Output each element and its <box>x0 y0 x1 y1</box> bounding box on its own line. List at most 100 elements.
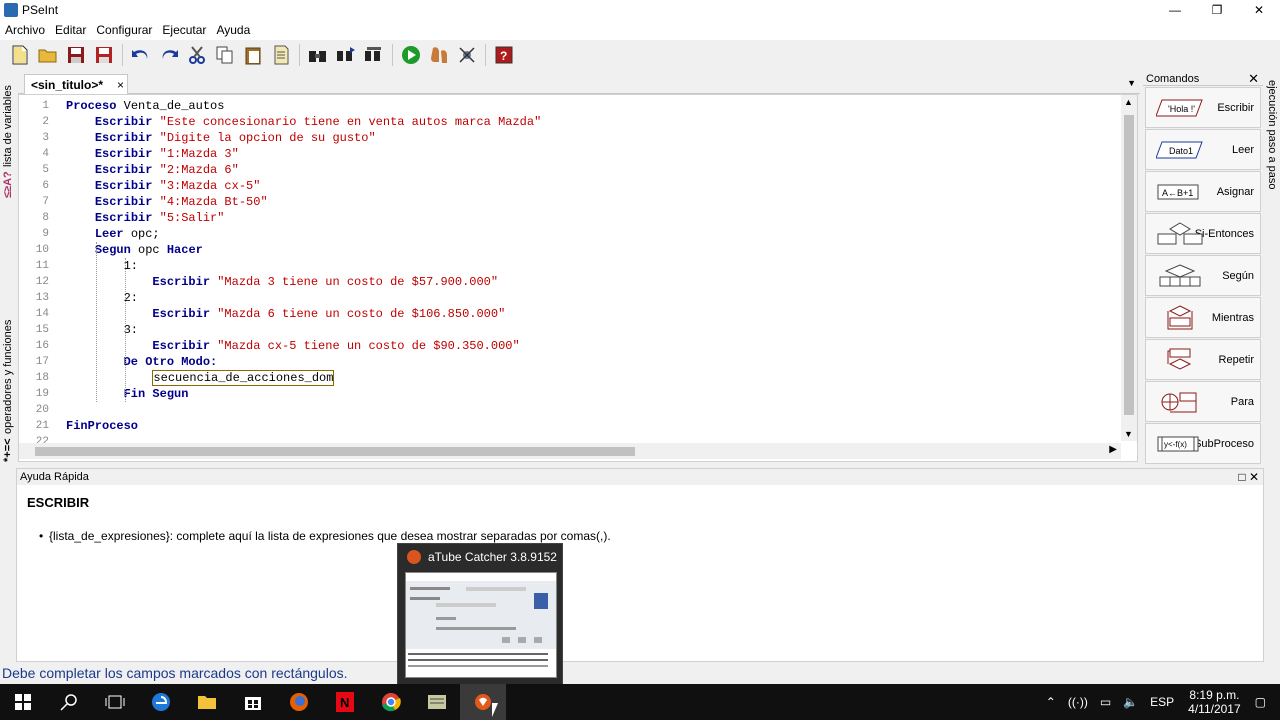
command-segun[interactable]: Según <box>1145 255 1261 296</box>
code-line[interactable]: Escribir "Mazda 6 tiene un costo de $106… <box>66 306 1116 322</box>
code-line[interactable]: Escribir "5:Salir" <box>66 210 1116 226</box>
quick-help-panel: Ayuda Rápida □ ✕ ESCRIBIR {lista_de_expr… <box>16 468 1264 662</box>
code-keyword: Escribir <box>94 147 153 161</box>
battery-icon[interactable]: ▭ <box>1100 695 1111 709</box>
code-line[interactable]: 3: <box>66 322 1116 338</box>
new-file-icon[interactable] <box>8 43 32 67</box>
store-icon[interactable] <box>230 684 276 720</box>
leer-diagram-icon: Dato1 <box>1156 138 1204 162</box>
tab-close-icon[interactable]: × <box>117 78 124 92</box>
scroll-up-icon[interactable]: ▲ <box>1124 97 1133 107</box>
code-line[interactable]: Escribir "2:Mazda 6" <box>66 162 1116 178</box>
command-escribir[interactable]: 'Hola !' Escribir <box>1145 87 1261 128</box>
redo-icon[interactable] <box>157 43 181 67</box>
notifications-icon[interactable]: ▢ <box>1255 695 1266 709</box>
chrome-icon[interactable] <box>368 684 414 720</box>
variables-panel-toggle[interactable]: ≤≥A? lista de variables <box>0 78 16 198</box>
svg-text:y<-f(x): y<-f(x) <box>1164 440 1187 449</box>
run-icon[interactable] <box>399 43 423 67</box>
cut-icon[interactable] <box>185 43 209 67</box>
command-si-entonces[interactable]: Si-Entonces <box>1145 213 1261 254</box>
command-asignar[interactable]: A←B+1 Asignar <box>1145 171 1261 212</box>
language-indicator[interactable]: ESP <box>1150 695 1174 709</box>
code-line[interactable]: De Otro Modo: <box>66 354 1116 370</box>
preview-thumbnail[interactable] <box>405 572 557 678</box>
code-line[interactable]: Escribir "Digite la opcion de su gusto" <box>66 130 1116 146</box>
code-line[interactable]: Proceso Venta_de_autos <box>66 98 1116 114</box>
netflix-icon[interactable]: N <box>322 684 368 720</box>
clock[interactable]: 8:19 p.m. 4/11/2017 <box>1188 688 1241 716</box>
command-mientras[interactable]: Mientras <box>1145 297 1261 338</box>
menu-editar[interactable]: Editar <box>55 23 86 37</box>
command-label: Según <box>1222 269 1254 282</box>
line-number: 4 <box>42 148 49 160</box>
scrollbar-thumb[interactable] <box>1124 115 1134 415</box>
save-icon[interactable] <box>64 43 88 67</box>
operators-panel-toggle[interactable]: *+=< operadores y funciones <box>0 232 16 462</box>
command-subproceso[interactable]: y<-f(x) SubProceso <box>1145 423 1261 464</box>
step-icon[interactable] <box>427 43 451 67</box>
search-icon[interactable] <box>306 43 330 67</box>
menu-configurar[interactable]: Configurar <box>96 23 152 37</box>
horizontal-scrollbar[interactable]: ▶ <box>19 443 1121 459</box>
search-icon[interactable] <box>46 684 92 720</box>
close-button[interactable]: ✕ <box>1238 0 1280 20</box>
taskbar-preview-popup[interactable]: aTube Catcher 3.8.9152 ... <box>397 543 563 685</box>
code-line[interactable]: 1: <box>66 258 1116 274</box>
code-editor[interactable]: 1 2 3 4 5 6 7 8 9 10 11 12 13 14 15 16 17 18 19 20 21 22 Proc… <box>18 94 1138 462</box>
scrollbar-thumb[interactable] <box>35 447 635 456</box>
chevron-up-icon[interactable]: ⌃ <box>1046 695 1056 709</box>
code-line[interactable]: Escribir "4:Mazda Bt-50" <box>66 194 1116 210</box>
save-as-icon[interactable] <box>92 43 116 67</box>
undo-icon[interactable] <box>129 43 153 67</box>
explorer-icon[interactable] <box>184 684 230 720</box>
code-line[interactable]: Escribir "1:Mazda 3" <box>66 146 1116 162</box>
code-line[interactable] <box>66 402 1116 418</box>
start-icon[interactable] <box>0 684 46 720</box>
task-view-icon[interactable] <box>92 684 138 720</box>
svg-text:A←B+1: A←B+1 <box>1162 188 1193 198</box>
code-line[interactable]: Escribir "Mazda 3 tiene un costo de $57.… <box>66 274 1116 290</box>
find-next-icon[interactable] <box>334 43 358 67</box>
scroll-down-icon[interactable]: ▼ <box>1124 429 1133 439</box>
code-line[interactable]: Escribir "3:Mazda cx-5" <box>66 178 1116 194</box>
replace-icon[interactable] <box>362 43 386 67</box>
edge-icon[interactable] <box>138 684 184 720</box>
command-leer[interactable]: Dato1 Leer <box>1145 129 1261 170</box>
minimize-button[interactable]: — <box>1154 0 1196 20</box>
firefox-icon[interactable] <box>276 684 322 720</box>
tab-list-arrow-icon[interactable]: ▼ <box>1127 78 1136 88</box>
quick-help-controls[interactable]: □ ✕ <box>1238 470 1259 484</box>
command-repetir[interactable]: Repetir <box>1145 339 1261 380</box>
vertical-scrollbar[interactable]: ▲ ▼ <box>1121 95 1137 441</box>
menu-ejecutar[interactable]: Ejecutar <box>162 23 206 37</box>
open-folder-icon[interactable] <box>36 43 60 67</box>
code-line[interactable]: Escribir "Mazda cx-5 tiene un costo de $… <box>66 338 1116 354</box>
code-line[interactable]: Segun opc Hacer <box>66 242 1116 258</box>
code-line[interactable]: Fin Segun <box>66 386 1116 402</box>
menu-archivo[interactable]: Archivo <box>5 23 45 37</box>
code-line[interactable]: FinProceso <box>66 418 1116 434</box>
code-line[interactable]: Leer opc; <box>66 226 1116 242</box>
wifi-icon[interactable]: ((·)) <box>1068 695 1088 709</box>
paste-icon[interactable] <box>241 43 265 67</box>
code-line[interactable]: Escribir "Este concesionario tiene en ve… <box>66 114 1116 130</box>
help-icon[interactable]: ? <box>492 43 516 67</box>
copy-icon[interactable] <box>213 43 237 67</box>
code-line[interactable]: 2: <box>66 290 1116 306</box>
command-para[interactable]: Para <box>1145 381 1261 422</box>
commands-close-icon[interactable]: ✕ <box>1248 71 1259 87</box>
code-area[interactable]: Proceso Venta_de_autos Escribir "Este co… <box>66 98 1116 450</box>
atube-icon[interactable] <box>460 684 506 720</box>
edit-icon[interactable] <box>269 43 293 67</box>
tab-sin-titulo[interactable]: <sin_titulo>* × <box>24 74 128 94</box>
scroll-right-icon[interactable]: ▶ <box>1109 444 1117 455</box>
volume-icon[interactable]: 🔈 <box>1123 695 1138 709</box>
debug-icon[interactable] <box>455 43 479 67</box>
menu-ayuda[interactable]: Ayuda <box>216 23 250 37</box>
pseint-icon[interactable] <box>414 684 460 720</box>
maximize-button[interactable]: ❐ <box>1196 0 1238 20</box>
code-line[interactable]: secuencia_de_acciones_dom <box>66 370 1116 386</box>
step-execution-toggle[interactable]: ejecución paso a paso <box>1266 80 1278 189</box>
